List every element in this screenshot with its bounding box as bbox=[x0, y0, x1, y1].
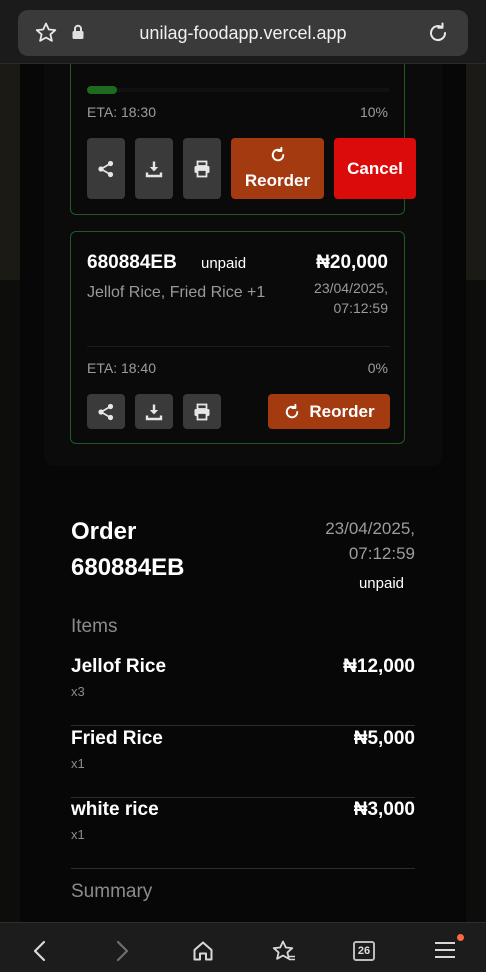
order-progress-percent: 10% bbox=[359, 104, 388, 120]
detail-order-date: 23/04/2025, 07:12:59 bbox=[325, 519, 415, 563]
order-detail: Order 680884EB 23/04/2025, 07:12:59 unpa… bbox=[44, 486, 442, 922]
items-heading: Items bbox=[71, 616, 118, 637]
order-card[interactable]: 680884EB unpaid ₦20,000 Jellof Rice, Fri… bbox=[70, 231, 405, 444]
back-arrow-icon[interactable] bbox=[30, 939, 50, 968]
detail-order-id: 680884EB bbox=[71, 554, 185, 581]
item-qty: x3 bbox=[71, 684, 85, 699]
summary-heading: Summary bbox=[71, 881, 153, 902]
print-button[interactable] bbox=[183, 138, 221, 199]
item-name: white rice bbox=[71, 799, 159, 820]
cancel-button[interactable]: Cancel bbox=[334, 138, 416, 199]
print-icon bbox=[194, 160, 210, 177]
bookmarks-icon[interactable] bbox=[271, 939, 297, 968]
order-card[interactable]: ETA: 18:30 10% Reorder Cancel bbox=[70, 40, 416, 215]
item-qty: x1 bbox=[71, 827, 85, 842]
address-bar[interactable]: unilag-foodapp.vercel.app bbox=[18, 10, 468, 56]
order-eta: ETA: 18:30 bbox=[87, 104, 157, 120]
order-item-row: white rice x1 ₦3,000 bbox=[71, 799, 415, 869]
item-price: ₦5,000 bbox=[353, 728, 415, 749]
reorder-icon bbox=[286, 403, 299, 418]
browser-bottom-bar: 26 bbox=[0, 922, 486, 972]
download-icon bbox=[145, 404, 163, 420]
order-progress-fill bbox=[87, 86, 118, 94]
detail-order-label: Order bbox=[71, 518, 137, 545]
order-amount: ₦20,000 bbox=[316, 252, 388, 273]
reorder-button[interactable]: Reorder bbox=[268, 394, 390, 429]
order-id: 680884EB bbox=[87, 252, 177, 273]
reload-icon[interactable] bbox=[426, 21, 450, 50]
print-icon bbox=[194, 403, 210, 420]
menu-icon[interactable] bbox=[434, 939, 456, 966]
divider bbox=[87, 346, 390, 347]
payment-status: unpaid bbox=[201, 255, 247, 272]
reorder-icon bbox=[231, 146, 324, 169]
order-progress-percent: 0% bbox=[367, 360, 388, 376]
detail-payment-status: unpaid bbox=[358, 575, 404, 592]
url-text: unilag-foodapp.vercel.app bbox=[139, 23, 347, 43]
download-button[interactable] bbox=[135, 394, 173, 429]
order-date: 23/04/2025, 07:12:59 bbox=[314, 280, 388, 316]
share-button[interactable] bbox=[87, 394, 125, 429]
reorder-label: Reorder bbox=[244, 171, 311, 190]
reorder-button[interactable]: Reorder bbox=[231, 138, 324, 199]
home-icon[interactable] bbox=[191, 939, 215, 968]
forward-arrow-icon[interactable] bbox=[112, 939, 132, 968]
order-progress-bar bbox=[87, 86, 390, 94]
tabs-count-icon[interactable]: 26 bbox=[353, 941, 375, 961]
order-item-row: Fried Rice x1 ₦5,000 bbox=[71, 728, 415, 798]
item-name: Fried Rice bbox=[71, 728, 163, 749]
share-button[interactable] bbox=[87, 138, 125, 199]
order-item-row: Jellof Rice x3 ₦12,000 bbox=[71, 656, 415, 726]
print-button[interactable] bbox=[183, 394, 221, 429]
order-eta: ETA: 18:40 bbox=[87, 360, 157, 376]
item-price: ₦12,000 bbox=[343, 656, 415, 677]
item-name: Jellof Rice bbox=[71, 656, 167, 677]
share-icon bbox=[98, 160, 114, 177]
item-price: ₦3,000 bbox=[353, 799, 415, 820]
item-qty: x1 bbox=[71, 756, 85, 771]
share-icon bbox=[98, 403, 114, 420]
reorder-label: Reorder bbox=[309, 401, 375, 421]
download-button[interactable] bbox=[135, 138, 173, 199]
order-items-summary: Jellof Rice, Fried Rice +1 bbox=[87, 284, 266, 301]
browser-toolbar: unilag-foodapp.vercel.app bbox=[0, 0, 486, 64]
download-icon bbox=[145, 161, 163, 177]
notification-dot bbox=[457, 934, 464, 941]
